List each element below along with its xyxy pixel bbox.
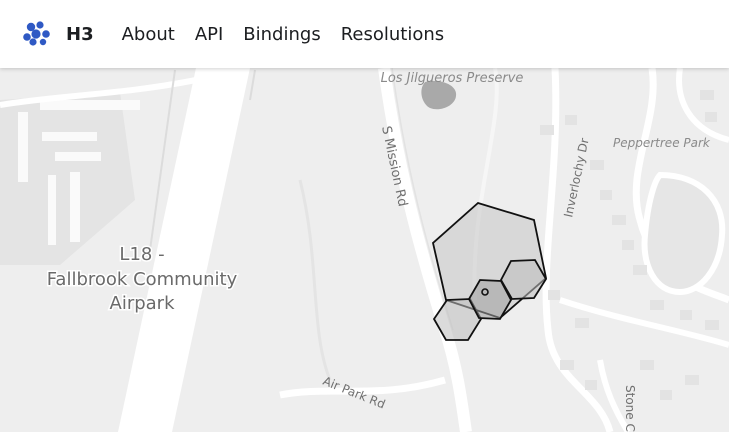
nav-links: About API Bindings Resolutions xyxy=(112,24,455,45)
brand-link[interactable]: H3 xyxy=(22,21,94,47)
peppertree-loop xyxy=(641,171,726,296)
nav-link-about[interactable]: About xyxy=(122,24,175,45)
label-airport-line3: Airpark xyxy=(110,293,176,314)
label-peppertree-park: Peppertree Park xyxy=(613,136,711,150)
label-airport-line2: Fallbrook Community xyxy=(47,269,238,290)
map-svg[interactable]: Los Jilgueros Preserve S Mission Rd Inve… xyxy=(0,68,729,432)
label-los-jilgueros-preserve: Los Jilgueros Preserve xyxy=(381,71,524,86)
brand-title: H3 xyxy=(66,23,94,45)
label-stone: Stone C xyxy=(623,385,637,432)
label-airport-line1: L18 - xyxy=(119,244,164,265)
map-canvas[interactable]: Los Jilgueros Preserve S Mission Rd Inve… xyxy=(0,68,729,432)
navbar: H3 About API Bindings Resolutions xyxy=(0,0,729,68)
h3-hexagon-cluster-icon xyxy=(23,21,50,46)
nav-link-api[interactable]: API xyxy=(195,24,223,45)
nav-link-resolutions[interactable]: Resolutions xyxy=(341,24,444,45)
nav-link-bindings[interactable]: Bindings xyxy=(243,24,320,45)
